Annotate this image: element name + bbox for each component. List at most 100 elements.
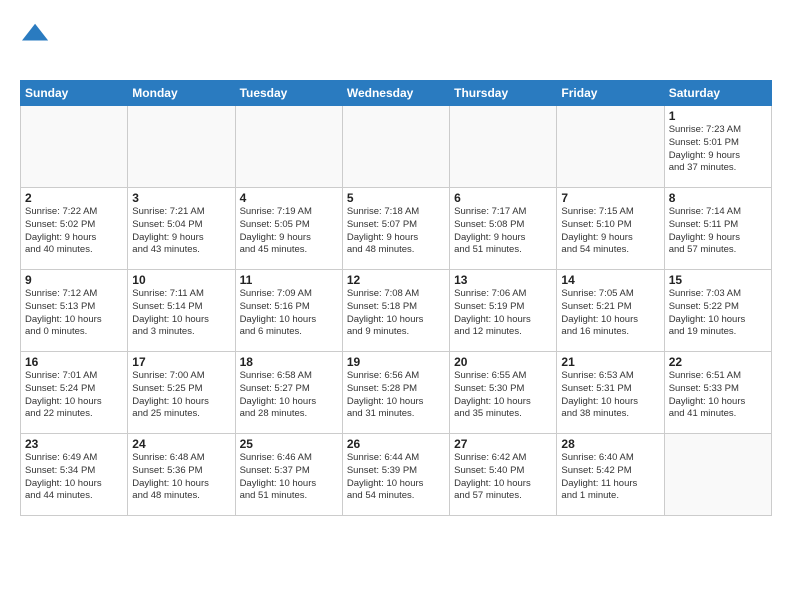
day-info: Sunrise: 7:19 AM Sunset: 5:05 PM Dayligh… [240,206,338,257]
day-info: Sunrise: 6:56 AM Sunset: 5:28 PM Dayligh… [347,370,445,421]
day-info: Sunrise: 6:55 AM Sunset: 5:30 PM Dayligh… [454,370,552,421]
calendar-cell [235,106,342,188]
day-info: Sunrise: 6:40 AM Sunset: 5:42 PM Dayligh… [561,452,659,503]
day-info: Sunrise: 7:15 AM Sunset: 5:10 PM Dayligh… [561,206,659,257]
day-number: 28 [561,437,659,451]
day-number: 8 [669,191,767,205]
day-info: Sunrise: 7:12 AM Sunset: 5:13 PM Dayligh… [25,288,123,339]
day-number: 16 [25,355,123,369]
calendar-cell [21,106,128,188]
weekday-header-monday: Monday [128,81,235,106]
day-number: 27 [454,437,552,451]
calendar-cell: 17Sunrise: 7:00 AM Sunset: 5:25 PM Dayli… [128,352,235,434]
calendar-cell: 7Sunrise: 7:15 AM Sunset: 5:10 PM Daylig… [557,188,664,270]
day-info: Sunrise: 7:00 AM Sunset: 5:25 PM Dayligh… [132,370,230,421]
calendar-cell: 11Sunrise: 7:09 AM Sunset: 5:16 PM Dayli… [235,270,342,352]
day-number: 20 [454,355,552,369]
page-header [20,16,772,68]
day-number: 25 [240,437,338,451]
day-number: 22 [669,355,767,369]
logo [20,20,50,68]
calendar-cell: 12Sunrise: 7:08 AM Sunset: 5:18 PM Dayli… [342,270,449,352]
day-info: Sunrise: 6:48 AM Sunset: 5:36 PM Dayligh… [132,452,230,503]
day-info: Sunrise: 7:22 AM Sunset: 5:02 PM Dayligh… [25,206,123,257]
weekday-header-saturday: Saturday [664,81,771,106]
day-info: Sunrise: 7:23 AM Sunset: 5:01 PM Dayligh… [669,124,767,175]
day-info: Sunrise: 7:06 AM Sunset: 5:19 PM Dayligh… [454,288,552,339]
day-number: 11 [240,273,338,287]
calendar-cell: 24Sunrise: 6:48 AM Sunset: 5:36 PM Dayli… [128,434,235,516]
calendar-cell: 10Sunrise: 7:11 AM Sunset: 5:14 PM Dayli… [128,270,235,352]
day-number: 3 [132,191,230,205]
calendar-cell: 14Sunrise: 7:05 AM Sunset: 5:21 PM Dayli… [557,270,664,352]
calendar-cell: 4Sunrise: 7:19 AM Sunset: 5:05 PM Daylig… [235,188,342,270]
weekday-header-sunday: Sunday [21,81,128,106]
day-number: 13 [454,273,552,287]
day-number: 26 [347,437,445,451]
day-info: Sunrise: 7:05 AM Sunset: 5:21 PM Dayligh… [561,288,659,339]
day-number: 12 [347,273,445,287]
weekday-header-tuesday: Tuesday [235,81,342,106]
day-info: Sunrise: 7:08 AM Sunset: 5:18 PM Dayligh… [347,288,445,339]
weekday-header-friday: Friday [557,81,664,106]
day-number: 18 [240,355,338,369]
weekday-header-thursday: Thursday [450,81,557,106]
calendar-cell: 2Sunrise: 7:22 AM Sunset: 5:02 PM Daylig… [21,188,128,270]
day-info: Sunrise: 7:03 AM Sunset: 5:22 PM Dayligh… [669,288,767,339]
day-number: 23 [25,437,123,451]
calendar-cell: 25Sunrise: 6:46 AM Sunset: 5:37 PM Dayli… [235,434,342,516]
calendar-cell: 28Sunrise: 6:40 AM Sunset: 5:42 PM Dayli… [557,434,664,516]
calendar-cell: 22Sunrise: 6:51 AM Sunset: 5:33 PM Dayli… [664,352,771,434]
day-number: 10 [132,273,230,287]
day-info: Sunrise: 6:58 AM Sunset: 5:27 PM Dayligh… [240,370,338,421]
day-number: 9 [25,273,123,287]
calendar-cell: 15Sunrise: 7:03 AM Sunset: 5:22 PM Dayli… [664,270,771,352]
weekday-header-wednesday: Wednesday [342,81,449,106]
day-info: Sunrise: 6:42 AM Sunset: 5:40 PM Dayligh… [454,452,552,503]
day-info: Sunrise: 6:51 AM Sunset: 5:33 PM Dayligh… [669,370,767,421]
calendar-cell: 1Sunrise: 7:23 AM Sunset: 5:01 PM Daylig… [664,106,771,188]
week-row-1: 1Sunrise: 7:23 AM Sunset: 5:01 PM Daylig… [21,106,772,188]
day-number: 24 [132,437,230,451]
calendar-cell [450,106,557,188]
calendar-cell: 5Sunrise: 7:18 AM Sunset: 5:07 PM Daylig… [342,188,449,270]
day-number: 15 [669,273,767,287]
day-info: Sunrise: 6:53 AM Sunset: 5:31 PM Dayligh… [561,370,659,421]
calendar-cell: 18Sunrise: 6:58 AM Sunset: 5:27 PM Dayli… [235,352,342,434]
calendar-cell [557,106,664,188]
day-info: Sunrise: 6:44 AM Sunset: 5:39 PM Dayligh… [347,452,445,503]
day-info: Sunrise: 7:21 AM Sunset: 5:04 PM Dayligh… [132,206,230,257]
day-info: Sunrise: 6:49 AM Sunset: 5:34 PM Dayligh… [25,452,123,503]
day-number: 21 [561,355,659,369]
calendar-cell: 27Sunrise: 6:42 AM Sunset: 5:40 PM Dayli… [450,434,557,516]
day-info: Sunrise: 7:18 AM Sunset: 5:07 PM Dayligh… [347,206,445,257]
day-info: Sunrise: 7:09 AM Sunset: 5:16 PM Dayligh… [240,288,338,339]
day-info: Sunrise: 7:11 AM Sunset: 5:14 PM Dayligh… [132,288,230,339]
calendar-cell: 6Sunrise: 7:17 AM Sunset: 5:08 PM Daylig… [450,188,557,270]
week-row-2: 2Sunrise: 7:22 AM Sunset: 5:02 PM Daylig… [21,188,772,270]
day-number: 1 [669,109,767,123]
calendar-cell: 20Sunrise: 6:55 AM Sunset: 5:30 PM Dayli… [450,352,557,434]
weekday-header-row: SundayMondayTuesdayWednesdayThursdayFrid… [21,81,772,106]
day-number: 17 [132,355,230,369]
calendar-cell: 21Sunrise: 6:53 AM Sunset: 5:31 PM Dayli… [557,352,664,434]
day-number: 4 [240,191,338,205]
calendar-cell: 16Sunrise: 7:01 AM Sunset: 5:24 PM Dayli… [21,352,128,434]
calendar-cell: 3Sunrise: 7:21 AM Sunset: 5:04 PM Daylig… [128,188,235,270]
calendar-cell: 26Sunrise: 6:44 AM Sunset: 5:39 PM Dayli… [342,434,449,516]
day-info: Sunrise: 6:46 AM Sunset: 5:37 PM Dayligh… [240,452,338,503]
day-info: Sunrise: 7:14 AM Sunset: 5:11 PM Dayligh… [669,206,767,257]
logo-icon [22,20,50,48]
day-info: Sunrise: 7:17 AM Sunset: 5:08 PM Dayligh… [454,206,552,257]
day-number: 7 [561,191,659,205]
week-row-4: 16Sunrise: 7:01 AM Sunset: 5:24 PM Dayli… [21,352,772,434]
calendar-cell: 9Sunrise: 7:12 AM Sunset: 5:13 PM Daylig… [21,270,128,352]
day-number: 5 [347,191,445,205]
calendar-cell: 19Sunrise: 6:56 AM Sunset: 5:28 PM Dayli… [342,352,449,434]
calendar: SundayMondayTuesdayWednesdayThursdayFrid… [20,80,772,516]
calendar-cell [664,434,771,516]
day-number: 2 [25,191,123,205]
day-number: 19 [347,355,445,369]
calendar-cell: 23Sunrise: 6:49 AM Sunset: 5:34 PM Dayli… [21,434,128,516]
week-row-3: 9Sunrise: 7:12 AM Sunset: 5:13 PM Daylig… [21,270,772,352]
